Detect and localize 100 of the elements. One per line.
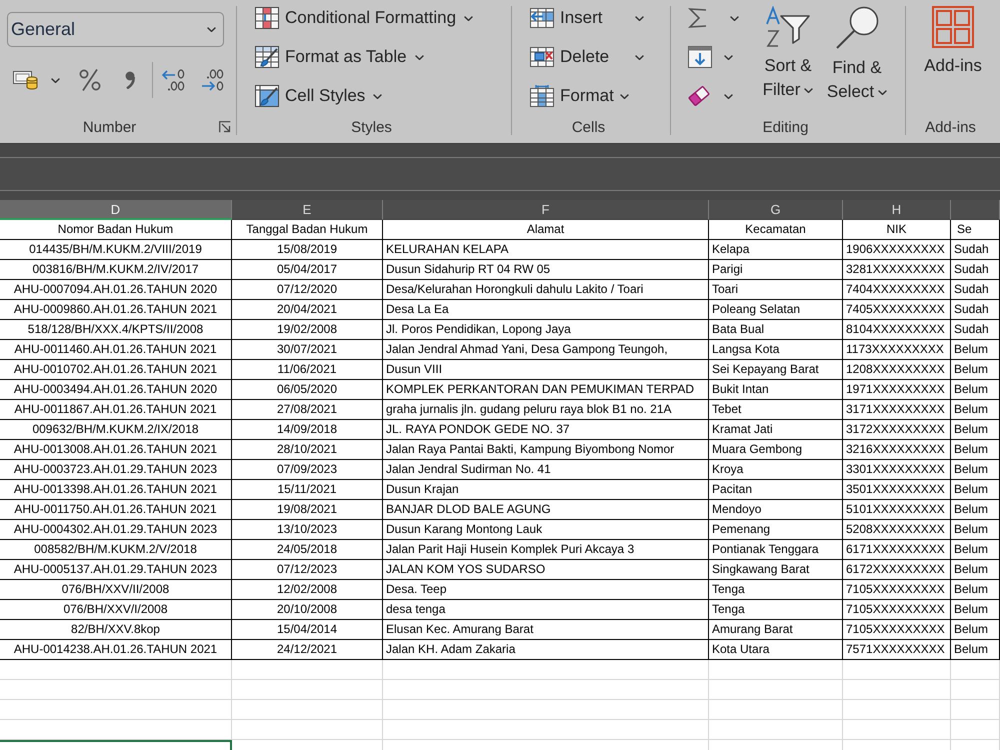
table-cell: Sudah xyxy=(951,260,1000,280)
grid-highlight-icon xyxy=(255,7,279,29)
dialog-launcher-icon[interactable] xyxy=(219,121,231,133)
table-cell: Sudah xyxy=(951,300,1000,320)
column-header[interactable]: F xyxy=(383,200,709,220)
table-header-cell: Nomor Badan Hukum xyxy=(0,220,232,240)
table-cell: Belum xyxy=(951,340,1000,360)
table-cell: 30/07/2021 xyxy=(232,340,383,360)
table-cell: Pontianak Tenggara xyxy=(709,540,843,560)
group-label: Number xyxy=(82,118,136,136)
table-cell: desa tenga xyxy=(383,600,709,620)
table-cell: 15/04/2014 xyxy=(232,620,383,640)
delete-button[interactable]: Delete xyxy=(528,43,652,71)
caret-icon xyxy=(635,16,644,20)
table-cell: 07/12/2020 xyxy=(232,280,383,300)
table-cell: AHU-0003494.AH.01.26.TAHUN 2020 xyxy=(0,380,232,400)
grid-cross-icon xyxy=(530,47,554,67)
grid-column-icon xyxy=(530,85,554,107)
table-cell: 07/12/2023 xyxy=(232,560,383,580)
table-cell: Jalan KH. Adam Zakaria xyxy=(383,640,709,660)
column-header[interactable]: H xyxy=(843,200,951,220)
table-cell: Belum xyxy=(951,360,1000,380)
table-cell: Kota Utara xyxy=(709,640,843,660)
table-header-cell: Tanggal Badan Hukum xyxy=(232,220,383,240)
find-select-button[interactable]: Find & Select xyxy=(824,4,890,104)
group-label: Cells xyxy=(572,118,606,136)
table-cell: 82/BH/XXV.8kop xyxy=(0,620,232,640)
insert-button[interactable]: Insert xyxy=(528,4,652,32)
table-cell: Desa. Teep xyxy=(383,580,709,600)
percent-style-button[interactable] xyxy=(77,66,103,94)
caret-icon xyxy=(414,54,424,60)
table-cell: Jl. Poros Pendidikan, Lopong Jaya xyxy=(383,320,709,340)
table-cell: 15/08/2019 xyxy=(232,240,383,260)
table-cell: AHU-0014238.AH.01.26.TAHUN 2021 xyxy=(0,640,232,660)
format-as-table-button[interactable]: Format as Table xyxy=(253,43,511,71)
caret-icon xyxy=(878,90,888,96)
group-label: Add-ins xyxy=(925,118,976,136)
formula-input-field[interactable] xyxy=(0,157,1000,191)
table-cell: 14/09/2018 xyxy=(232,420,383,440)
table-cell: Desa La Ea xyxy=(383,300,709,320)
comma-style-button[interactable] xyxy=(123,69,137,91)
column-header[interactable]: E xyxy=(232,200,383,220)
table-cell: 8104XXXXXXXXX xyxy=(843,320,951,340)
group-label: Editing xyxy=(762,118,808,136)
table-cell: Amurang Barat xyxy=(709,620,843,640)
table-cell: Sudah xyxy=(951,240,1000,260)
table-cell: 06/05/2020 xyxy=(232,380,383,400)
caret-icon xyxy=(724,54,733,60)
table-cell: Dusun Karang Montong Lauk xyxy=(383,520,709,540)
table-header-cell: Alamat xyxy=(383,220,709,240)
table-cell: Belum xyxy=(951,580,1000,600)
table-cell: Desa/Kelurahan Horongkuli dahulu Lakito / Toari xyxy=(383,280,709,300)
active-cell[interactable] xyxy=(0,740,232,750)
column-header[interactable]: G xyxy=(709,200,843,220)
table-cell: Belum xyxy=(951,460,1000,480)
table-cell: 28/10/2021 xyxy=(232,440,383,460)
percent-icon xyxy=(79,68,101,92)
fill-button[interactable] xyxy=(686,43,735,71)
table-cell: AHU-0003723.AH.01.29.TAHUN 2023 xyxy=(0,460,232,480)
table-cell: KOMPLEK PERKANTORAN DAN PEMUKIMAN TERPAD xyxy=(383,380,709,400)
table-cell: Kroya xyxy=(709,460,843,480)
table-header-cell: NIK xyxy=(843,220,951,240)
table-cell: 6172XXXXXXXXX xyxy=(843,560,951,580)
sigma-icon xyxy=(688,7,708,29)
format-button[interactable]: Format xyxy=(528,82,670,110)
table-cell: Belum xyxy=(951,600,1000,620)
table-cell: AHU-0011460.AH.01.26.TAHUN 2021 xyxy=(0,340,232,360)
table-cell: Dusun Sidahurip RT 04 RW 05 xyxy=(383,260,709,280)
accounting-format-button[interactable] xyxy=(11,68,62,92)
table-cell: 3216XXXXXXXXX xyxy=(843,440,951,460)
table-cell: 7404XXXXXXXXX xyxy=(843,280,951,300)
table-cell: Sudah xyxy=(951,280,1000,300)
add-ins-button[interactable]: Add-ins xyxy=(913,4,993,78)
sort-filter-button[interactable]: Sort & Filter xyxy=(758,4,818,102)
caret-icon xyxy=(635,54,644,60)
table-cell: 7571XXXXXXXXX xyxy=(843,640,951,660)
table-cell: Pemenang xyxy=(709,520,843,540)
table-cell: Belum xyxy=(951,640,1000,660)
table-cell: Jalan Jendral Sudirman No. 41 xyxy=(383,460,709,480)
table-cell: Parigi xyxy=(709,260,843,280)
four-squares-icon xyxy=(932,6,974,48)
table-cell: 3281XXXXXXXXX xyxy=(843,260,951,280)
table-cell: Sudah xyxy=(951,320,1000,340)
table-cell: Belum xyxy=(951,480,1000,500)
number-format-dropdown[interactable]: General xyxy=(7,12,224,47)
table-cell: Belum xyxy=(951,620,1000,640)
table-cell: Kelapa xyxy=(709,240,843,260)
table-cell: Toari xyxy=(709,280,843,300)
table-cell: Belum xyxy=(951,560,1000,580)
conditional-formatting-button[interactable]: Conditional Formatting xyxy=(253,4,511,32)
cell-styles-button[interactable]: Cell Styles xyxy=(253,82,511,110)
table-cell: Belum xyxy=(951,440,1000,460)
table-cell: 19/02/2008 xyxy=(232,320,383,340)
column-header[interactable]: D xyxy=(0,200,232,220)
table-cell: AHU-0005137.AH.01.29.TAHUN 2023 xyxy=(0,560,232,580)
table-cell: 20/04/2021 xyxy=(232,300,383,320)
table-cell: 003816/BH/M.KUKM.2/IV/2017 xyxy=(0,260,232,280)
caret-icon xyxy=(730,16,739,20)
table-cell: JALAN KOM YOS SUDARSO xyxy=(383,560,709,580)
table-cell: Tenga xyxy=(709,600,843,620)
